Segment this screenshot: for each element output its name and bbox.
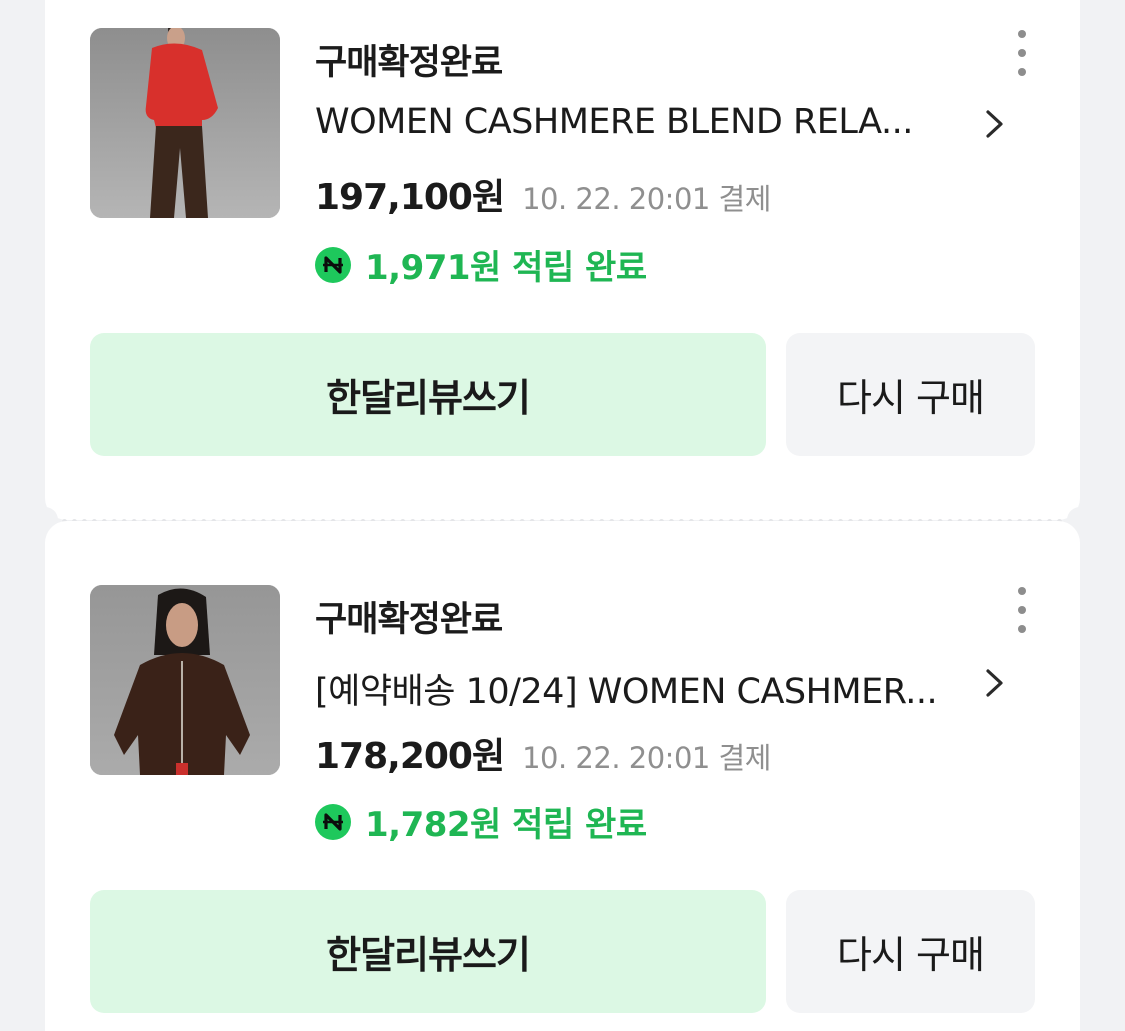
chevron-right-icon[interactable]: [983, 663, 1013, 703]
product-photo-red-sweater-icon: [90, 28, 280, 218]
reward-status: 1,971원 적립 완료: [315, 240, 647, 289]
payment-date: 10. 22. 20:01 결제: [522, 741, 771, 775]
reward-status: 1,782원 적립 완료: [315, 797, 647, 846]
reward-text: 1,782원 적립 완료: [365, 805, 647, 845]
order-card: 구매확정완료 [예약배송 10/24] WOMEN CASHMER... 178…: [45, 521, 1080, 1031]
order-status: 구매확정완료: [315, 43, 503, 83]
order-list: 구매확정완료 WOMEN CASHMERE BLEND RELA... 197,…: [0, 0, 1125, 1031]
price-row: 178,200원 10. 22. 20:01 결제: [315, 727, 771, 779]
chevron-right-icon[interactable]: [983, 104, 1013, 144]
write-review-button[interactable]: 한달리뷰쓰기: [90, 890, 766, 1013]
order-status: 구매확정완료: [315, 600, 503, 640]
product-photo-brown-hoodie-icon: [90, 585, 280, 775]
naver-pay-n-icon: [315, 803, 351, 840]
order-card: 구매확정완료 WOMEN CASHMERE BLEND RELA... 197,…: [45, 0, 1080, 520]
product-thumbnail[interactable]: [90, 28, 280, 218]
payment-date: 10. 22. 20:01 결제: [522, 182, 771, 216]
product-thumbnail[interactable]: [90, 585, 280, 775]
order-price: 178,200원: [315, 736, 505, 777]
reward-text: 1,971원 적립 완료: [365, 248, 647, 288]
naver-pay-n-icon: [315, 246, 351, 283]
order-price: 197,100원: [315, 177, 505, 218]
product-title[interactable]: WOMEN CASHMERE BLEND RELA...: [315, 102, 955, 142]
rebuy-button[interactable]: 다시 구매: [786, 890, 1035, 1013]
price-row: 197,100원 10. 22. 20:01 결제: [315, 168, 771, 220]
rebuy-button[interactable]: 다시 구매: [786, 333, 1035, 456]
write-review-button[interactable]: 한달리뷰쓰기: [90, 333, 766, 456]
kebab-menu-icon[interactable]: [1007, 30, 1037, 76]
kebab-menu-icon[interactable]: [1007, 587, 1037, 633]
product-title[interactable]: [예약배송 10/24] WOMEN CASHMER...: [315, 663, 955, 714]
